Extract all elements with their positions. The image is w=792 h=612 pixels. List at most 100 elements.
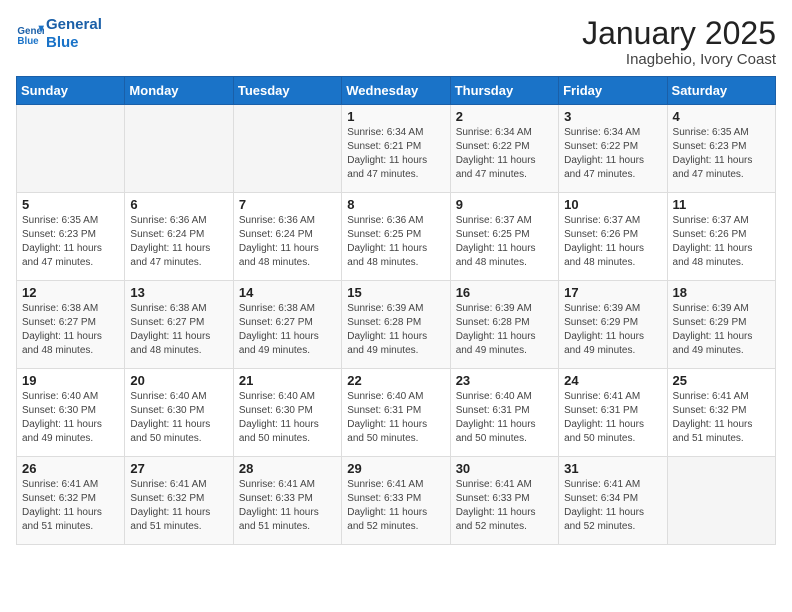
calendar-cell: [17, 105, 125, 193]
day-info: Sunrise: 6:40 AM Sunset: 6:30 PM Dayligh…: [130, 390, 227, 446]
day-info: Sunrise: 6:38 AM Sunset: 6:27 PM Dayligh…: [22, 302, 119, 358]
day-info: Sunrise: 6:41 AM Sunset: 6:32 PM Dayligh…: [130, 478, 227, 534]
day-number: 31: [564, 461, 661, 476]
logo: General Blue General Blue: [16, 16, 102, 52]
day-info: Sunrise: 6:41 AM Sunset: 6:32 PM Dayligh…: [22, 478, 119, 534]
calendar-cell: 1 Sunrise: 6:34 AM Sunset: 6:21 PM Daylig…: [342, 105, 450, 193]
calendar-cell: 30 Sunrise: 6:41 AM Sunset: 6:33 PM Dayli…: [450, 457, 558, 545]
weekday-header-wednesday: Wednesday: [342, 77, 450, 105]
day-number: 30: [456, 461, 553, 476]
day-info: Sunrise: 6:34 AM Sunset: 6:22 PM Dayligh…: [456, 126, 553, 182]
weekday-header-sunday: Sunday: [17, 77, 125, 105]
calendar-cell: 28 Sunrise: 6:41 AM Sunset: 6:33 PM Dayli…: [233, 457, 341, 545]
calendar-cell: [233, 105, 341, 193]
weekday-header-monday: Monday: [125, 77, 233, 105]
day-number: 15: [347, 285, 444, 300]
calendar-cell: 26 Sunrise: 6:41 AM Sunset: 6:32 PM Dayli…: [17, 457, 125, 545]
day-info: Sunrise: 6:41 AM Sunset: 6:33 PM Dayligh…: [239, 478, 336, 534]
day-number: 25: [673, 373, 770, 388]
day-number: 14: [239, 285, 336, 300]
day-info: Sunrise: 6:41 AM Sunset: 6:31 PM Dayligh…: [564, 390, 661, 446]
day-info: Sunrise: 6:36 AM Sunset: 6:24 PM Dayligh…: [239, 214, 336, 270]
page-header: General Blue General Blue January 2025 I…: [16, 16, 776, 68]
calendar-cell: 4Sunrise: 6:35 AM Sunset: 6:23 PM Daylig…: [667, 105, 775, 193]
calendar-cell: 19 Sunrise: 6:40 AM Sunset: 6:30 PM Dayli…: [17, 369, 125, 457]
calendar-cell: 8Sunrise: 6:36 AM Sunset: 6:25 PM Daylig…: [342, 193, 450, 281]
calendar-week-row: 19 Sunrise: 6:40 AM Sunset: 6:30 PM Dayli…: [17, 369, 776, 457]
day-number: 2: [456, 109, 553, 124]
calendar-table: SundayMondayTuesdayWednesdayThursdayFrid…: [16, 76, 776, 545]
day-info: Sunrise: 6:37 AM Sunset: 6:26 PM Dayligh…: [564, 214, 661, 270]
day-number: 19: [22, 373, 119, 388]
day-number: 27: [130, 461, 227, 476]
calendar-cell: 23Sunrise: 6:40 AM Sunset: 6:31 PM Dayli…: [450, 369, 558, 457]
day-number: 10: [564, 197, 661, 212]
calendar-cell: [125, 105, 233, 193]
day-info: Sunrise: 6:39 AM Sunset: 6:28 PM Dayligh…: [456, 302, 553, 358]
day-info: Sunrise: 6:38 AM Sunset: 6:27 PM Dayligh…: [239, 302, 336, 358]
day-number: 11: [673, 197, 770, 212]
calendar-cell: 12 Sunrise: 6:38 AM Sunset: 6:27 PM Dayli…: [17, 281, 125, 369]
day-info: Sunrise: 6:39 AM Sunset: 6:28 PM Dayligh…: [347, 302, 444, 358]
day-info: Sunrise: 6:41 AM Sunset: 6:32 PM Dayligh…: [673, 390, 770, 446]
day-number: 18: [673, 285, 770, 300]
logo-line1: General: [46, 16, 102, 34]
calendar-week-row: 1 Sunrise: 6:34 AM Sunset: 6:21 PM Daylig…: [17, 105, 776, 193]
calendar-cell: 2 Sunrise: 6:34 AM Sunset: 6:22 PM Daylig…: [450, 105, 558, 193]
day-info: Sunrise: 6:37 AM Sunset: 6:26 PM Dayligh…: [673, 214, 770, 270]
day-number: 26: [22, 461, 119, 476]
day-number: 16: [456, 285, 553, 300]
calendar-cell: 11 Sunrise: 6:37 AM Sunset: 6:26 PM Dayli…: [667, 193, 775, 281]
day-info: Sunrise: 6:35 AM Sunset: 6:23 PM Dayligh…: [22, 214, 119, 270]
day-info: Sunrise: 6:41 AM Sunset: 6:33 PM Dayligh…: [347, 478, 444, 534]
day-number: 17: [564, 285, 661, 300]
day-info: Sunrise: 6:41 AM Sunset: 6:34 PM Dayligh…: [564, 478, 661, 534]
day-number: 5: [22, 197, 119, 212]
day-number: 7: [239, 197, 336, 212]
day-info: Sunrise: 6:37 AM Sunset: 6:25 PM Dayligh…: [456, 214, 553, 270]
calendar-week-row: 5 Sunrise: 6:35 AM Sunset: 6:23 PM Daylig…: [17, 193, 776, 281]
day-number: 9: [456, 197, 553, 212]
day-number: 22: [347, 373, 444, 388]
day-number: 6: [130, 197, 227, 212]
calendar-cell: 14 Sunrise: 6:38 AM Sunset: 6:27 PM Dayli…: [233, 281, 341, 369]
day-info: Sunrise: 6:38 AM Sunset: 6:27 PM Dayligh…: [130, 302, 227, 358]
month-title: January 2025: [582, 16, 776, 51]
calendar-week-row: 26 Sunrise: 6:41 AM Sunset: 6:32 PM Dayli…: [17, 457, 776, 545]
day-info: Sunrise: 6:40 AM Sunset: 6:30 PM Dayligh…: [239, 390, 336, 446]
calendar-week-row: 12 Sunrise: 6:38 AM Sunset: 6:27 PM Dayli…: [17, 281, 776, 369]
day-number: 1: [347, 109, 444, 124]
weekday-header-friday: Friday: [559, 77, 667, 105]
calendar-cell: 13Sunrise: 6:38 AM Sunset: 6:27 PM Dayli…: [125, 281, 233, 369]
day-number: 12: [22, 285, 119, 300]
weekday-header-tuesday: Tuesday: [233, 77, 341, 105]
day-number: 4: [673, 109, 770, 124]
day-number: 21: [239, 373, 336, 388]
calendar-cell: 5 Sunrise: 6:35 AM Sunset: 6:23 PM Daylig…: [17, 193, 125, 281]
day-number: 29: [347, 461, 444, 476]
calendar-cell: 18 Sunrise: 6:39 AM Sunset: 6:29 PM Dayli…: [667, 281, 775, 369]
calendar-cell: 6Sunrise: 6:36 AM Sunset: 6:24 PM Daylig…: [125, 193, 233, 281]
calendar-cell: 9 Sunrise: 6:37 AM Sunset: 6:25 PM Daylig…: [450, 193, 558, 281]
day-info: Sunrise: 6:39 AM Sunset: 6:29 PM Dayligh…: [673, 302, 770, 358]
day-info: Sunrise: 6:41 AM Sunset: 6:33 PM Dayligh…: [456, 478, 553, 534]
location-subtitle: Inagbehio, Ivory Coast: [582, 51, 776, 68]
weekday-header-saturday: Saturday: [667, 77, 775, 105]
day-info: Sunrise: 6:39 AM Sunset: 6:29 PM Dayligh…: [564, 302, 661, 358]
day-info: Sunrise: 6:40 AM Sunset: 6:31 PM Dayligh…: [347, 390, 444, 446]
day-info: Sunrise: 6:40 AM Sunset: 6:30 PM Dayligh…: [22, 390, 119, 446]
calendar-cell: 3Sunrise: 6:34 AM Sunset: 6:22 PM Daylig…: [559, 105, 667, 193]
calendar-cell: 22 Sunrise: 6:40 AM Sunset: 6:31 PM Dayli…: [342, 369, 450, 457]
weekday-header-thursday: Thursday: [450, 77, 558, 105]
calendar-cell: [667, 457, 775, 545]
calendar-cell: 15 Sunrise: 6:39 AM Sunset: 6:28 PM Dayli…: [342, 281, 450, 369]
day-number: 28: [239, 461, 336, 476]
day-info: Sunrise: 6:34 AM Sunset: 6:21 PM Dayligh…: [347, 126, 444, 182]
calendar-cell: 21 Sunrise: 6:40 AM Sunset: 6:30 PM Dayli…: [233, 369, 341, 457]
calendar-cell: 24Sunrise: 6:41 AM Sunset: 6:31 PM Dayli…: [559, 369, 667, 457]
calendar-cell: 29 Sunrise: 6:41 AM Sunset: 6:33 PM Dayli…: [342, 457, 450, 545]
day-number: 23: [456, 373, 553, 388]
title-block: January 2025 Inagbehio, Ivory Coast: [582, 16, 776, 68]
weekday-header-row: SundayMondayTuesdayWednesdayThursdayFrid…: [17, 77, 776, 105]
logo-line2: Blue: [46, 34, 102, 52]
